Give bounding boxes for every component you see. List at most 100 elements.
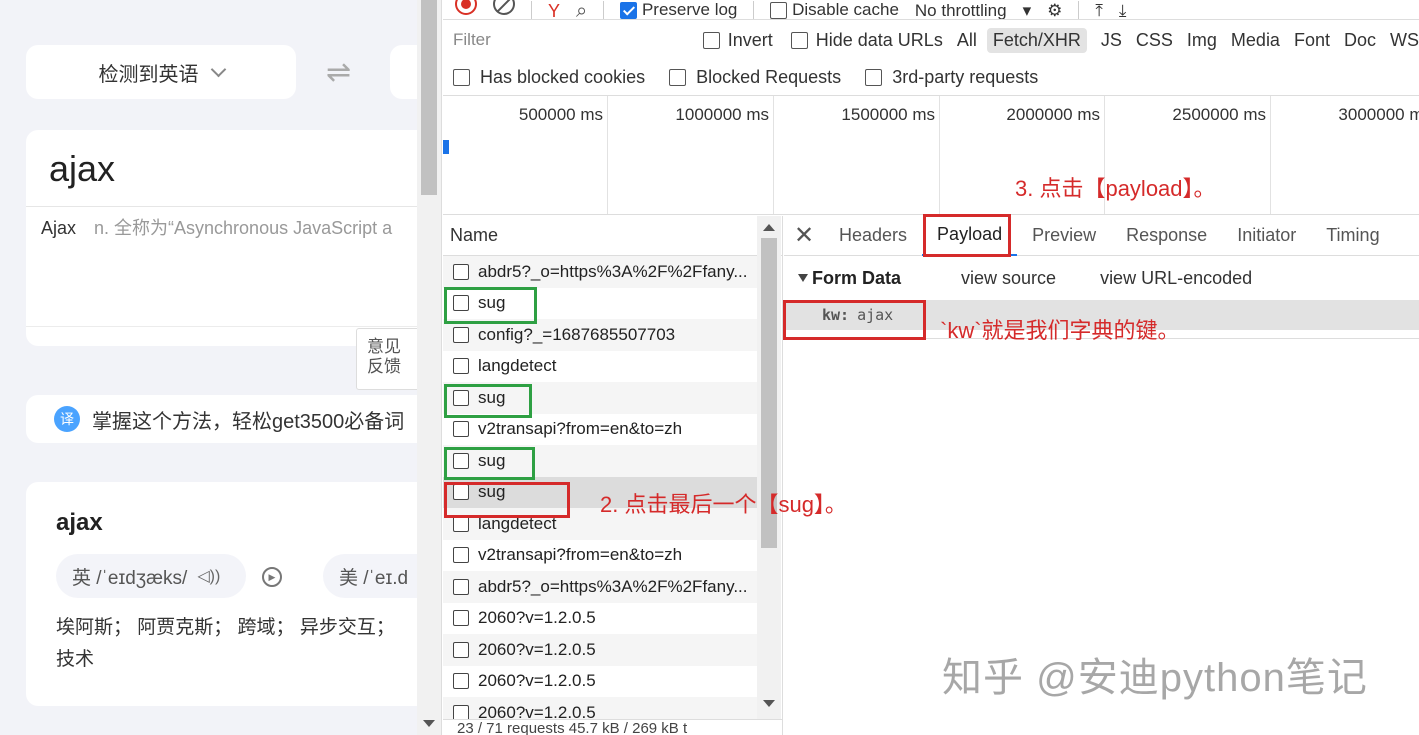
- blocked-requests-checkbox[interactable]: [669, 68, 687, 86]
- view-source-link[interactable]: view source: [961, 268, 1056, 289]
- tab-preview[interactable]: Preview: [1017, 216, 1111, 256]
- tab-payload[interactable]: Payload: [922, 216, 1018, 256]
- zhihu-watermark: 知乎 @安迪python笔记: [942, 656, 1368, 700]
- type-filter-ws[interactable]: WS: [1390, 30, 1419, 51]
- phonetic-uk[interactable]: 英 /ˈeɪdʒæks/ ◁)): [56, 554, 246, 598]
- disable-cache-checkbox[interactable]: [770, 2, 788, 19]
- filter-icon[interactable]: Y: [548, 2, 560, 19]
- request-row[interactable]: v2transapi?from=en&to=zh: [443, 414, 757, 446]
- page-scrollbar[interactable]: [417, 0, 442, 735]
- request-checkbox[interactable]: [453, 610, 469, 627]
- request-row[interactable]: 2060?v=1.2.0.5: [443, 634, 757, 666]
- form-data-header[interactable]: Form Data view source view URL-encoded: [784, 256, 1419, 300]
- request-checkbox[interactable]: [453, 263, 469, 280]
- throttling-select[interactable]: No throttling: [915, 2, 1007, 19]
- request-checkbox[interactable]: [453, 673, 469, 690]
- source-language-select[interactable]: 检测到英语: [26, 45, 296, 99]
- request-row[interactable]: 2060?v=1.2.0.5: [443, 603, 757, 635]
- collapse-triangle-icon[interactable]: [798, 274, 808, 282]
- has-blocked-cookies-option[interactable]: Has blocked cookies: [453, 67, 645, 88]
- request-row[interactable]: v2transapi?from=en&to=zh: [443, 540, 757, 572]
- import-har-icon[interactable]: ⤒: [1095, 2, 1103, 19]
- export-har-icon[interactable]: ⤓: [1119, 2, 1127, 19]
- request-checkbox[interactable]: [453, 515, 469, 532]
- preserve-log-checkbox[interactable]: [620, 2, 638, 19]
- request-name: 2060?v=1.2.0.5: [478, 608, 596, 628]
- request-row[interactable]: langdetect: [443, 351, 757, 383]
- type-filter-js[interactable]: JS: [1101, 30, 1122, 51]
- type-filter-all[interactable]: All: [957, 30, 977, 51]
- name-column-header[interactable]: Name: [443, 216, 782, 256]
- request-checkbox[interactable]: [453, 389, 469, 406]
- tab-response[interactable]: Response: [1111, 216, 1222, 256]
- tab-timing[interactable]: Timing: [1311, 216, 1394, 256]
- request-list-scrollbar[interactable]: [757, 216, 781, 735]
- blocked-requests-option[interactable]: Blocked Requests: [669, 67, 841, 88]
- scroll-down-arrow-icon[interactable]: [423, 720, 435, 727]
- type-filter-doc[interactable]: Doc: [1344, 30, 1376, 51]
- third-party-checkbox[interactable]: [865, 68, 883, 86]
- type-filter-img[interactable]: Img: [1187, 30, 1217, 51]
- payload-key: kw:: [822, 306, 850, 324]
- tab-headers[interactable]: Headers: [824, 216, 922, 256]
- scroll-down-arrow-icon[interactable]: [763, 700, 775, 707]
- scroll-up-arrow-icon[interactable]: [763, 224, 775, 231]
- request-checkbox[interactable]: [453, 547, 469, 564]
- network-overview-timeline[interactable]: 500000 ms 1000000 ms 1500000 ms 2000000 …: [443, 95, 1419, 215]
- input-text[interactable]: ajax: [49, 148, 115, 190]
- third-party-option[interactable]: 3rd-party requests: [865, 67, 1038, 88]
- network-settings-icon[interactable]: ⚙: [1047, 2, 1062, 19]
- request-row[interactable]: sug: [443, 382, 757, 414]
- phonetic-us[interactable]: 美 /ˈeɪ.d: [323, 554, 417, 598]
- request-checkbox[interactable]: [453, 452, 469, 469]
- tab-initiator[interactable]: Initiator: [1222, 216, 1311, 256]
- hide-data-urls-label: Hide data URLs: [815, 29, 943, 50]
- invert-option[interactable]: Invert: [702, 30, 773, 51]
- phonetic-uk-text: 英 /ˈeɪdʒæks/: [72, 567, 188, 589]
- close-icon[interactable]: ✕: [784, 221, 824, 250]
- meaning-line-2: 技术: [56, 649, 95, 670]
- has-blocked-cookies-checkbox[interactable]: [453, 68, 470, 86]
- type-filter-fetch-xhr[interactable]: Fetch/XHR: [986, 27, 1087, 53]
- swap-languages-icon[interactable]: ⇌: [326, 55, 351, 90]
- promo-banner[interactable]: 译 掌握这个方法，轻松get3500必备词: [26, 395, 417, 443]
- type-filter-font[interactable]: Font: [1294, 30, 1330, 51]
- target-language-select[interactable]: [390, 45, 417, 99]
- timeline-tick-label: 2500000 ms: [1172, 105, 1266, 124]
- scrollbar-thumb[interactable]: [421, 0, 437, 195]
- hide-data-urls-checkbox[interactable]: [790, 31, 808, 49]
- quick-definition: Ajax n. 全称为“Asynchronous JavaScript a: [41, 214, 392, 240]
- request-name: 2060?v=1.2.0.5: [478, 671, 596, 691]
- feedback-button[interactable]: 意见 反馈: [356, 328, 417, 390]
- hide-data-urls-option[interactable]: Hide data URLs: [790, 29, 943, 51]
- record-icon[interactable]: [455, 0, 477, 19]
- request-checkbox[interactable]: [453, 326, 469, 343]
- type-filter-media[interactable]: Media: [1231, 30, 1280, 51]
- request-row[interactable]: sug: [443, 445, 757, 477]
- request-row[interactable]: sug: [443, 288, 757, 320]
- dropdown-arrow-icon[interactable]: ▾: [1023, 2, 1032, 19]
- request-checkbox[interactable]: [453, 641, 469, 658]
- request-row[interactable]: 2060?v=1.2.0.5: [443, 666, 757, 698]
- request-row[interactable]: abdr5?_o=https%3A%2F%2Ffany...: [443, 571, 757, 603]
- invert-checkbox[interactable]: [702, 31, 720, 49]
- request-row[interactable]: abdr5?_o=https%3A%2F%2Ffany...: [443, 256, 757, 288]
- filter-input[interactable]: Filter: [445, 26, 685, 54]
- timeline-tick-label: 3000000 ms: [1338, 105, 1419, 124]
- request-checkbox[interactable]: [453, 295, 469, 312]
- request-row[interactable]: config?_=1687685507703: [443, 319, 757, 351]
- annotation-step2: 2. 点击最后一个【sug】。: [600, 492, 847, 517]
- preserve-log-option[interactable]: Preserve log: [620, 1, 737, 19]
- clear-icon[interactable]: [493, 0, 515, 19]
- request-checkbox[interactable]: [453, 578, 469, 595]
- timeline-gridline: [1270, 96, 1271, 214]
- disable-cache-option[interactable]: Disable cache: [770, 1, 899, 19]
- play-slow-icon[interactable]: ▶: [262, 567, 282, 587]
- type-filter-css[interactable]: CSS: [1136, 30, 1173, 51]
- speaker-icon[interactable]: ◁)): [197, 566, 220, 586]
- request-checkbox[interactable]: [453, 358, 469, 375]
- view-url-encoded-link[interactable]: view URL-encoded: [1100, 268, 1252, 289]
- request-checkbox[interactable]: [453, 421, 469, 438]
- search-icon[interactable]: ⌕: [576, 1, 587, 19]
- request-checkbox[interactable]: [453, 484, 469, 501]
